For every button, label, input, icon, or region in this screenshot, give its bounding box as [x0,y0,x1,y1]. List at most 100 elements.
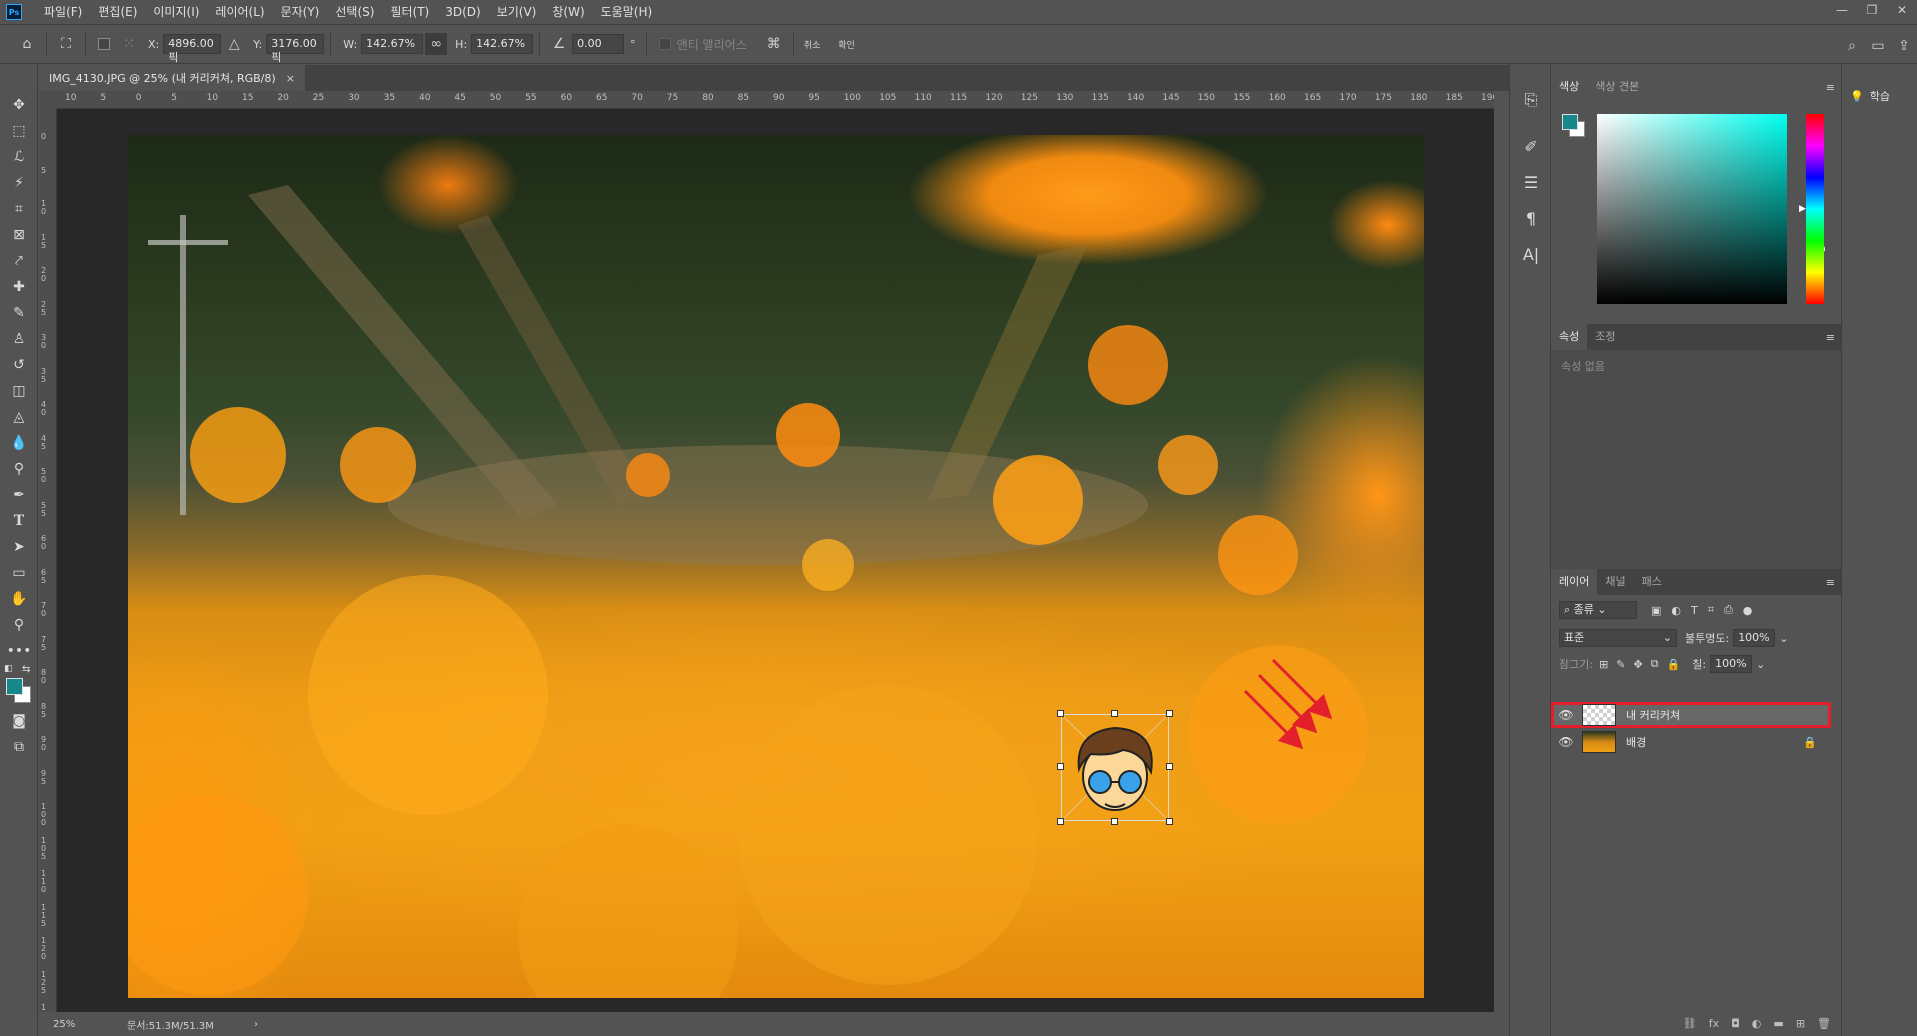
swap-colors-icon[interactable]: ⇆ [22,664,30,675]
antialias-checkbox[interactable] [658,38,671,50]
x-field[interactable]: 4896.00 픽 [163,34,222,64]
character-icon[interactable]: A| [1510,236,1552,272]
frame-tool-icon[interactable]: ⊠ [0,222,38,248]
tab-adjustments[interactable]: 조정 [1587,324,1623,350]
menu-filter[interactable]: 필터(T) [382,0,437,24]
minimize-icon[interactable]: — [1827,0,1857,20]
tab-paths[interactable]: 패스 [1634,569,1670,595]
transform-handle-ne[interactable] [1166,710,1173,717]
chevron-down-icon[interactable]: ⌄ [1779,632,1788,645]
fill-field[interactable]: 100% [1710,655,1753,673]
reference-point-icon[interactable]: ⛶ [53,31,79,57]
commit-transform-button[interactable]: 확인 [838,38,855,51]
pen-tool-icon[interactable]: ✒ [0,482,38,508]
status-menu-arrow[interactable]: › [254,1019,258,1030]
paragraph-icon[interactable]: ¶ [1510,200,1552,236]
tab-color[interactable]: 색상 [1551,74,1588,100]
layer-name[interactable]: 배경 [1626,734,1646,750]
mask-icon[interactable]: ◘ [1731,1017,1740,1030]
fx-icon[interactable]: fx [1709,1017,1719,1030]
transform-handle-sw[interactable] [1057,818,1064,825]
width-field[interactable]: 142.67% [361,34,424,54]
transform-handle-nw[interactable] [1057,710,1064,717]
menu-3d[interactable]: 3D(D) [437,0,488,24]
panel-menu-icon[interactable]: ≡ [1826,331,1835,344]
layer-item-background[interactable]: 👁 배경 🔒 [1551,729,1831,755]
warp-icon[interactable]: ⌘ [761,31,787,57]
height-field[interactable]: 142.67% [471,34,534,54]
brush-tool-icon[interactable]: ✎ [0,300,38,326]
link-icon[interactable]: ⛓ [1683,1017,1697,1030]
filter-type-icon[interactable]: T [1691,604,1698,617]
tab-properties[interactable]: 속성 [1551,324,1588,350]
layer-name[interactable]: 내 커리커쳐 [1626,707,1680,723]
paint-bucket-tool-icon[interactable]: ◬ [0,404,38,430]
move-tool-icon[interactable]: ✥ [0,92,38,118]
hue-slider[interactable] [1806,114,1824,304]
lock-position-icon[interactable]: ✥ [1634,658,1643,671]
search-icon[interactable]: ⌕ [1839,33,1865,59]
path-selection-tool-icon[interactable]: ➤ [0,534,38,560]
chevron-down-icon[interactable]: ⌄ [1756,658,1765,671]
foreground-color-swatch[interactable] [6,678,23,695]
close-icon[interactable]: ✕ [1887,0,1917,20]
screen-mode-icon[interactable]: ⧉ [0,734,38,760]
brush-settings-icon[interactable]: ✐ [1510,128,1552,164]
transform-handle-w[interactable] [1057,763,1064,770]
transform-handle-s[interactable] [1111,818,1118,825]
cancel-transform-button[interactable]: 취소 [804,38,821,51]
blur-tool-icon[interactable]: 💧 [0,430,38,456]
lock-transparent-icon[interactable]: ⊞ [1599,658,1608,671]
more-tools-icon[interactable]: ••• [0,638,38,664]
relative-position-icon[interactable]: △ [221,31,247,57]
menu-layer[interactable]: 레이어(L) [207,0,272,24]
history-panel-icon[interactable]: ⎘ [1510,82,1552,118]
menu-window[interactable]: 창(W) [544,0,592,24]
lasso-tool-icon[interactable]: ℒ [0,144,38,170]
home-icon[interactable]: ⌂ [14,31,40,57]
adjustments-sliders-icon[interactable]: ☰ [1510,164,1552,200]
menu-edit[interactable]: 편집(E) [90,0,145,24]
menu-select[interactable]: 선택(S) [327,0,382,24]
panel-menu-icon[interactable]: ≡ [1826,81,1835,94]
visibility-eye-icon[interactable]: 👁 [1554,708,1578,722]
tab-layers[interactable]: 레이어 [1551,569,1598,595]
restore-icon[interactable]: ❐ [1857,0,1887,20]
blend-mode-select[interactable]: 표준 ⌄ [1559,629,1677,647]
reference-grid-icon[interactable]: ⁙ [116,31,142,57]
hue-slider-arrow-icon[interactable]: ▶ [1799,204,1806,214]
color-panel-foreground[interactable] [1562,114,1578,130]
document-tab[interactable]: IMG_4130.JPG @ 25% (내 커리커쳐, RGB/8) × [39,65,305,91]
canvas-area[interactable] [57,109,1494,1012]
filter-adjustment-icon[interactable]: ◐ [1671,604,1681,617]
zoom-level[interactable]: 25% [53,1019,113,1030]
menu-help[interactable]: 도움말(H) [593,0,661,24]
opacity-field[interactable]: 100% [1733,629,1776,647]
link-aspect-icon[interactable]: ∞ [425,33,448,55]
transform-handle-e[interactable] [1166,763,1173,770]
close-document-icon[interactable]: × [286,72,295,85]
eyedropper-tool-icon[interactable]: ⤤ [0,248,38,274]
menu-image[interactable]: 이미지(I) [145,0,207,24]
layer-filter-select[interactable]: ⌕ 종류 ⌄ [1559,601,1637,619]
history-brush-tool-icon[interactable]: ↺ [0,352,38,378]
transform-handle-n[interactable] [1111,710,1118,717]
filter-toggle-icon[interactable]: ● [1743,604,1753,617]
filter-smart-object-icon[interactable]: ⎙ [1724,603,1733,617]
y-field[interactable]: 3176.00 픽 [266,34,325,64]
share-icon[interactable]: ⇪ [1891,33,1917,59]
filter-shape-icon[interactable]: ⌗ [1708,603,1714,617]
trash-icon[interactable]: 🗑 [1817,1017,1831,1030]
eraser-tool-icon[interactable]: ◫ [0,378,38,404]
workspace-icon[interactable]: ▭ [1865,33,1891,59]
menu-file[interactable]: 파일(F) [36,0,90,24]
tab-swatches[interactable]: 색상 견본 [1587,74,1647,100]
clone-stamp-tool-icon[interactable]: ♙ [0,326,38,352]
color-picker-field[interactable] [1597,114,1825,304]
cosmos-flower-photo[interactable] [128,135,1424,998]
adjustment-icon[interactable]: ◐ [1752,1017,1762,1030]
rectangle-tool-icon[interactable]: ▭ [0,560,38,586]
folder-icon[interactable]: ▬ [1773,1017,1783,1030]
default-colors-icon[interactable]: ◧ [4,664,13,674]
dodge-tool-icon[interactable]: ⚲ [0,456,38,482]
